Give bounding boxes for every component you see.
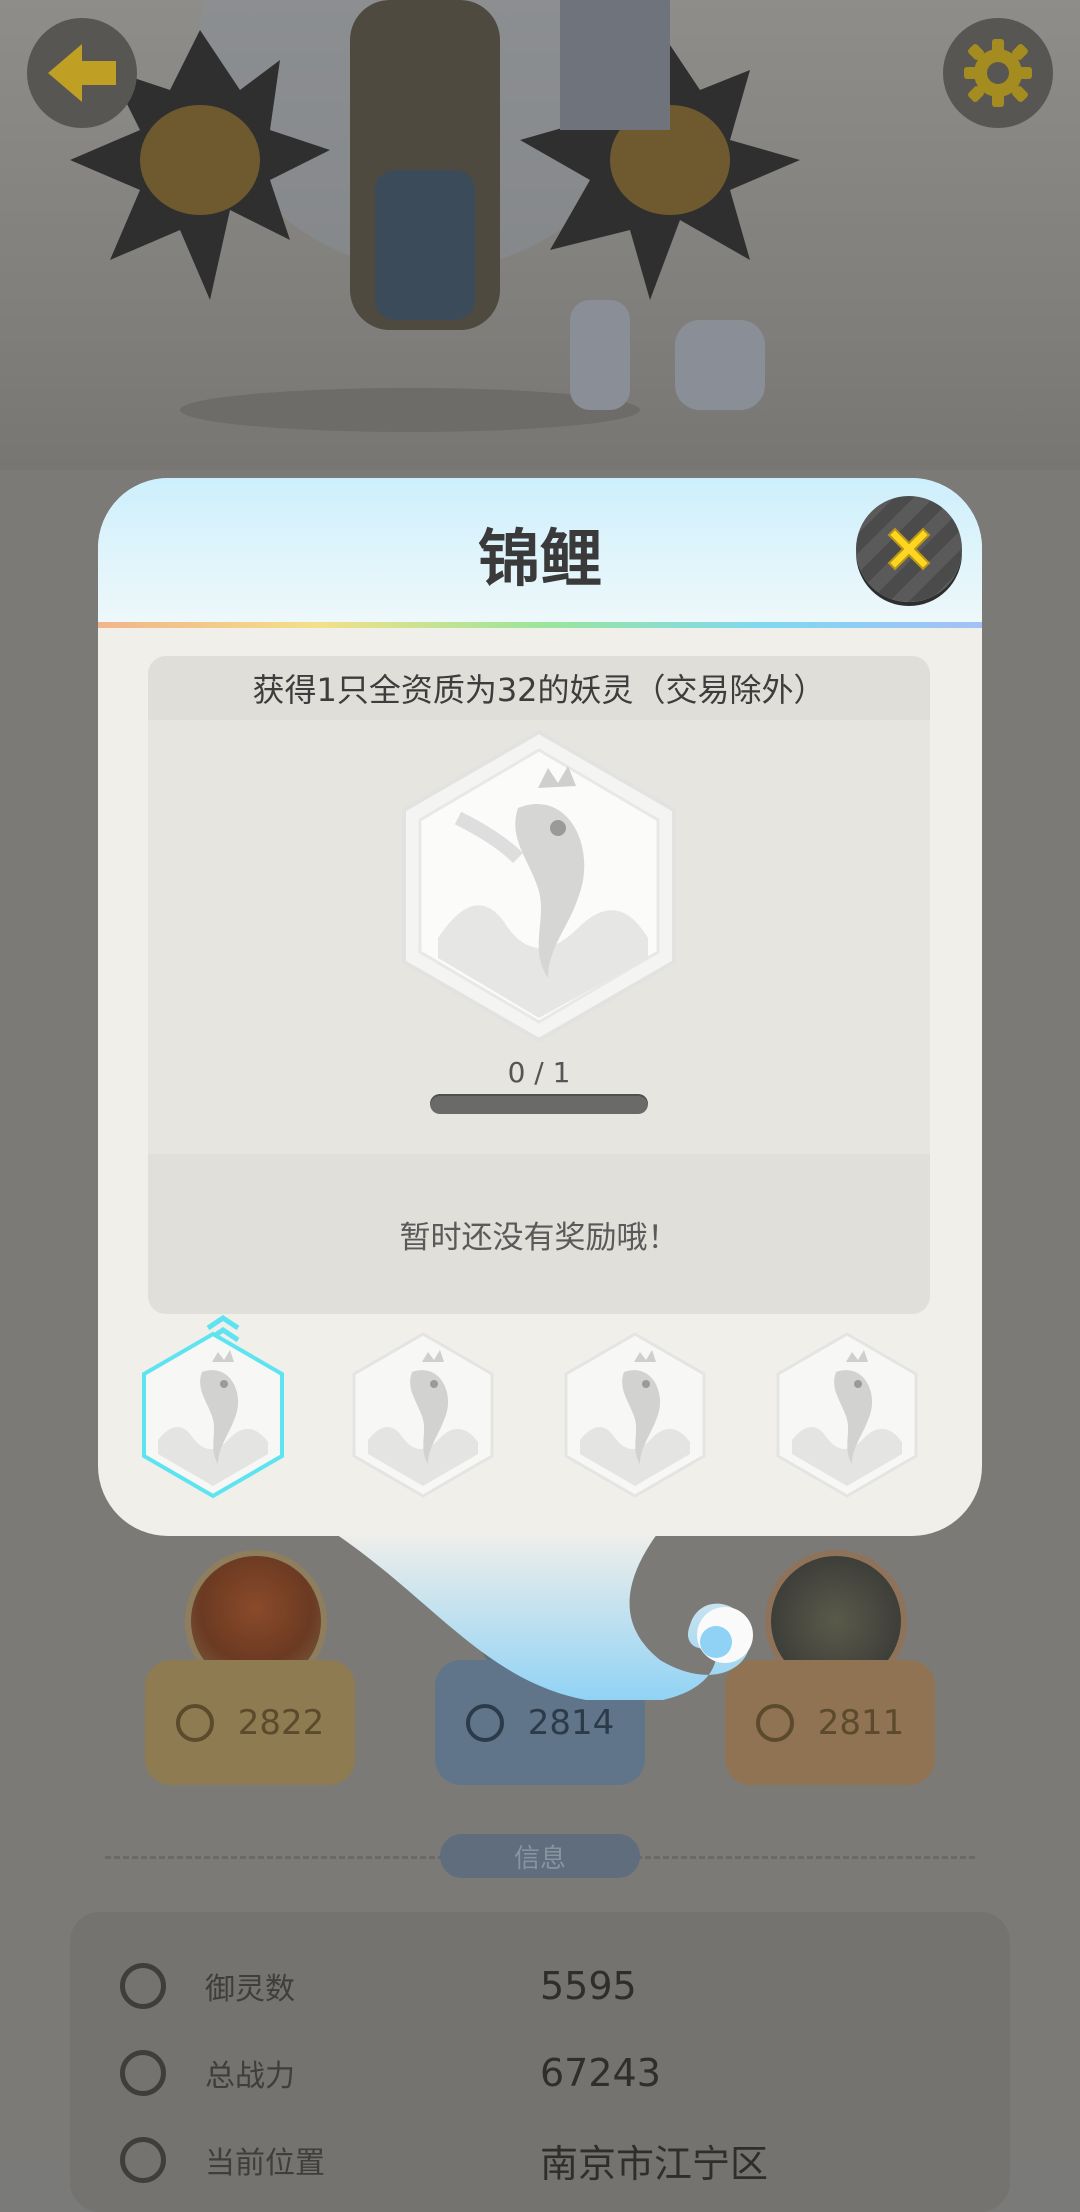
ranking-value: 2811 xyxy=(817,1702,905,1743)
power-icon xyxy=(175,1703,214,1742)
power-icon xyxy=(120,2050,166,2096)
modal-title: 锦鲤 xyxy=(477,522,602,595)
tier-badge-3[interactable] xyxy=(560,1330,710,1500)
hero-character-image xyxy=(70,0,800,432)
task-description: 获得1只全资质为32的妖灵（交易除外） xyxy=(148,656,930,720)
progress-bar xyxy=(430,1094,648,1114)
spirit-count-icon xyxy=(120,1963,166,2009)
ranking-value: 2814 xyxy=(527,1702,615,1743)
info-value: 南京市江宁区 xyxy=(540,2141,769,2186)
koi-badge-icon xyxy=(142,1331,284,1499)
gear-icon xyxy=(964,39,1032,107)
info-label: 当前位置 xyxy=(205,2146,325,2181)
info-value: 5595 xyxy=(540,1964,637,2008)
power-icon xyxy=(755,1703,794,1742)
header-divider xyxy=(98,622,982,628)
info-row-total-power: 总战力 67243 xyxy=(120,2043,661,2103)
tier-badge-4[interactable] xyxy=(772,1330,922,1500)
close-button[interactable] xyxy=(856,496,962,602)
koi-badge-icon xyxy=(776,1332,918,1498)
back-button[interactable] xyxy=(27,18,137,128)
reward-message: 暂时还没有奖励哦！ xyxy=(399,1219,679,1256)
modal-tail-decoration xyxy=(330,1530,753,1700)
task-panel: 获得1只全资质为32的妖灵（交易除外） 0 / 1 暂时还没有奖励哦！ xyxy=(148,656,930,1314)
ranking-card[interactable]: 2822 xyxy=(145,1660,355,1785)
tier-badge-2[interactable] xyxy=(348,1330,498,1500)
arrow-left-icon xyxy=(48,44,116,102)
progress-text: 0 / 1 xyxy=(507,1056,571,1089)
info-label: 总战力 xyxy=(205,2059,295,2094)
close-x-icon xyxy=(887,527,931,571)
tier-badge-1[interactable] xyxy=(138,1330,288,1500)
koi-badge-icon xyxy=(352,1332,494,1498)
location-pin-icon xyxy=(120,2137,166,2183)
info-section-title: 信息 xyxy=(440,1834,640,1878)
settings-button[interactable] xyxy=(943,18,1053,128)
info-row-location: 当前位置 南京市江宁区 xyxy=(120,2130,768,2190)
info-label: 御灵数 xyxy=(205,1972,295,2007)
info-row-spirit-count: 御灵数 5595 xyxy=(120,1956,637,2016)
achievement-modal: 锦鲤 获得1只全资质为32的妖灵（交易除外） 0 / 1 暂时还没有奖励哦！ xyxy=(98,478,982,1536)
reward-area: 暂时还没有奖励哦！ xyxy=(148,1154,930,1314)
ranking-value: 2822 xyxy=(237,1702,325,1743)
info-value: 67243 xyxy=(540,2051,661,2095)
koi-badge-icon xyxy=(564,1332,706,1498)
koi-badge-icon xyxy=(402,729,676,1043)
power-icon xyxy=(465,1703,504,1742)
info-panel: 御灵数 5595 总战力 67243 当前位置 南京市江宁区 xyxy=(70,1912,1010,2212)
